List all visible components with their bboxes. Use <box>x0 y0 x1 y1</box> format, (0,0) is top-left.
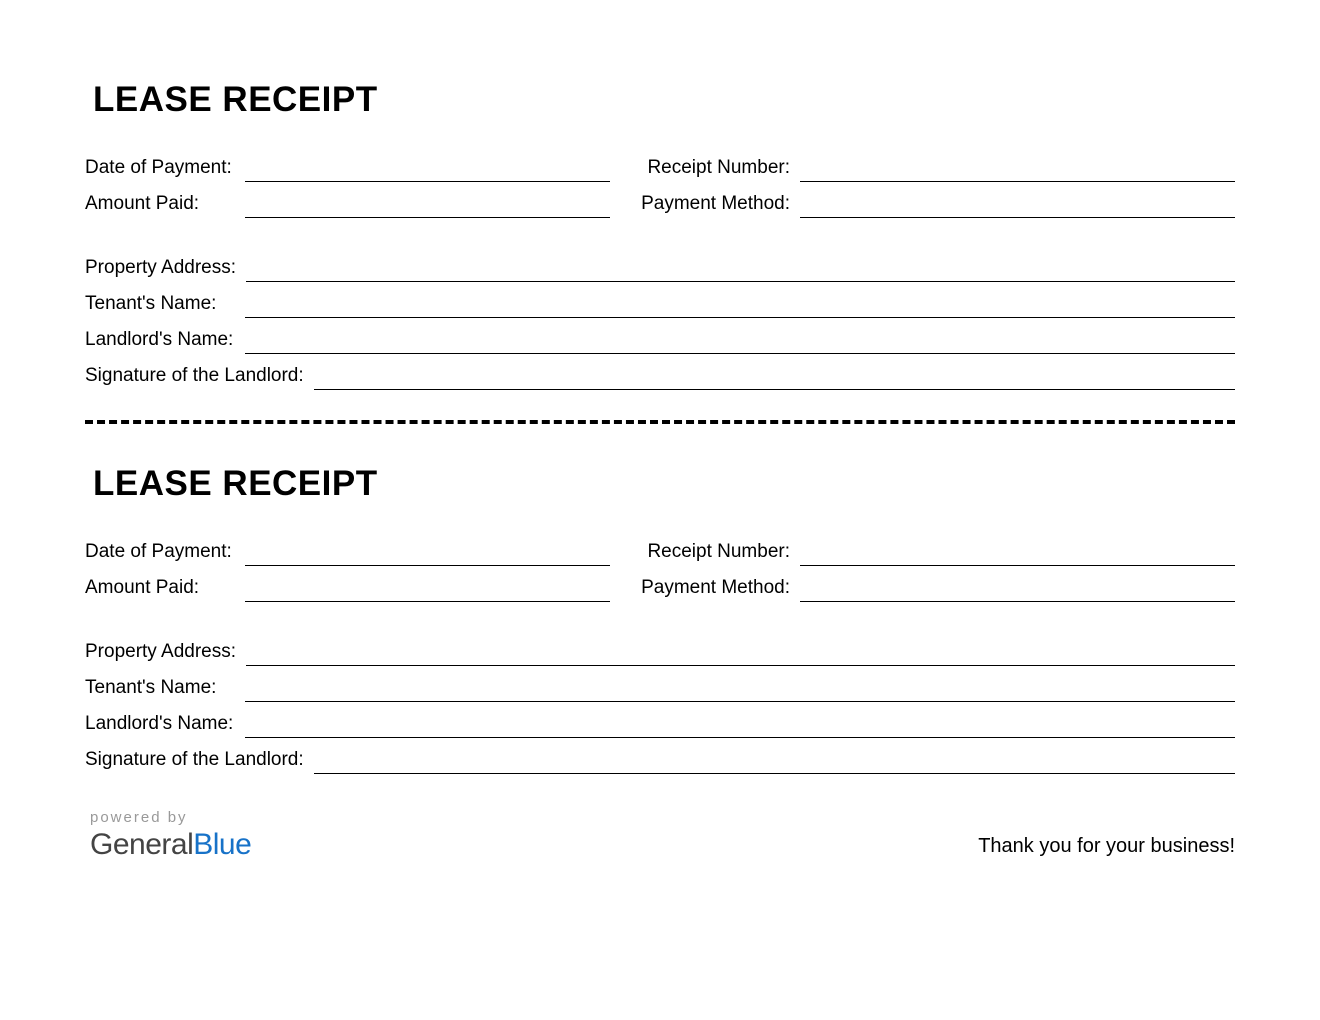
field-landlords-name: Landlord's Name: <box>85 328 1235 354</box>
field-date-of-payment: Date of Payment: <box>85 540 610 566</box>
receipt-title: LEASE RECEIPT <box>85 80 1235 120</box>
label-property-address: Property Address: <box>85 641 246 666</box>
field-property-address: Property Address: <box>85 640 1235 666</box>
thank-you-text: Thank you for your business! <box>978 835 1235 862</box>
spacer <box>85 228 1235 256</box>
label-date-of-payment: Date of Payment: <box>85 157 245 182</box>
field-tenants-name: Tenant's Name: <box>85 292 1235 318</box>
input-line-date-of-payment[interactable] <box>245 540 610 566</box>
footer: powered by GeneralBlue Thank you for you… <box>85 809 1235 862</box>
input-line-tenants-name[interactable] <box>245 292 1235 318</box>
field-signature: Signature of the Landlord: <box>85 364 1235 390</box>
row-amount-payment-method: Amount Paid: Payment Method: <box>85 192 1235 218</box>
input-line-payment-method[interactable] <box>800 576 1235 602</box>
label-tenants-name: Tenant's Name: <box>85 677 245 702</box>
cut-divider <box>85 420 1235 424</box>
field-payment-method: Payment Method: <box>640 576 1235 602</box>
receipt-title: LEASE RECEIPT <box>85 464 1235 504</box>
field-date-of-payment: Date of Payment: <box>85 156 610 182</box>
field-amount-paid: Amount Paid: <box>85 192 610 218</box>
label-amount-paid: Amount Paid: <box>85 577 245 602</box>
field-amount-paid: Amount Paid: <box>85 576 610 602</box>
row-date-receipt-number: Date of Payment: Receipt Number: <box>85 540 1235 566</box>
input-line-landlords-name[interactable] <box>245 712 1235 738</box>
input-line-landlords-name[interactable] <box>245 328 1235 354</box>
powered-by-text: powered by <box>90 809 251 826</box>
input-line-tenants-name[interactable] <box>245 676 1235 702</box>
label-payment-method: Payment Method: <box>640 193 800 218</box>
label-receipt-number: Receipt Number: <box>640 157 800 182</box>
label-landlords-name: Landlord's Name: <box>85 713 245 738</box>
row-amount-payment-method: Amount Paid: Payment Method: <box>85 576 1235 602</box>
input-line-signature[interactable] <box>314 364 1235 390</box>
input-line-payment-method[interactable] <box>800 192 1235 218</box>
spacer <box>85 612 1235 640</box>
label-signature: Signature of the Landlord: <box>85 365 314 390</box>
input-line-amount-paid[interactable] <box>245 192 610 218</box>
field-payment-method: Payment Method: <box>640 192 1235 218</box>
label-receipt-number: Receipt Number: <box>640 541 800 566</box>
label-payment-method: Payment Method: <box>640 577 800 602</box>
label-amount-paid: Amount Paid: <box>85 193 245 218</box>
generalblue-logo: GeneralBlue <box>90 828 251 862</box>
label-date-of-payment: Date of Payment: <box>85 541 245 566</box>
input-line-receipt-number[interactable] <box>800 156 1235 182</box>
input-line-signature[interactable] <box>314 748 1235 774</box>
field-property-address: Property Address: <box>85 256 1235 282</box>
row-date-receipt-number: Date of Payment: Receipt Number: <box>85 156 1235 182</box>
input-line-property-address[interactable] <box>246 256 1235 282</box>
powered-by-block: powered by GeneralBlue <box>85 809 251 862</box>
lease-receipt-2: LEASE RECEIPT Date of Payment: Receipt N… <box>85 464 1235 774</box>
field-signature: Signature of the Landlord: <box>85 748 1235 774</box>
field-tenants-name: Tenant's Name: <box>85 676 1235 702</box>
logo-part-general: General <box>90 828 193 861</box>
field-receipt-number: Receipt Number: <box>640 540 1235 566</box>
field-receipt-number: Receipt Number: <box>640 156 1235 182</box>
label-property-address: Property Address: <box>85 257 246 282</box>
label-tenants-name: Tenant's Name: <box>85 293 245 318</box>
label-signature: Signature of the Landlord: <box>85 749 314 774</box>
input-line-date-of-payment[interactable] <box>245 156 610 182</box>
label-landlords-name: Landlord's Name: <box>85 329 245 354</box>
input-line-property-address[interactable] <box>246 640 1235 666</box>
input-line-amount-paid[interactable] <box>245 576 610 602</box>
logo-part-blue: Blue <box>193 828 251 861</box>
field-landlords-name: Landlord's Name: <box>85 712 1235 738</box>
lease-receipt-1: LEASE RECEIPT Date of Payment: Receipt N… <box>85 80 1235 390</box>
input-line-receipt-number[interactable] <box>800 540 1235 566</box>
